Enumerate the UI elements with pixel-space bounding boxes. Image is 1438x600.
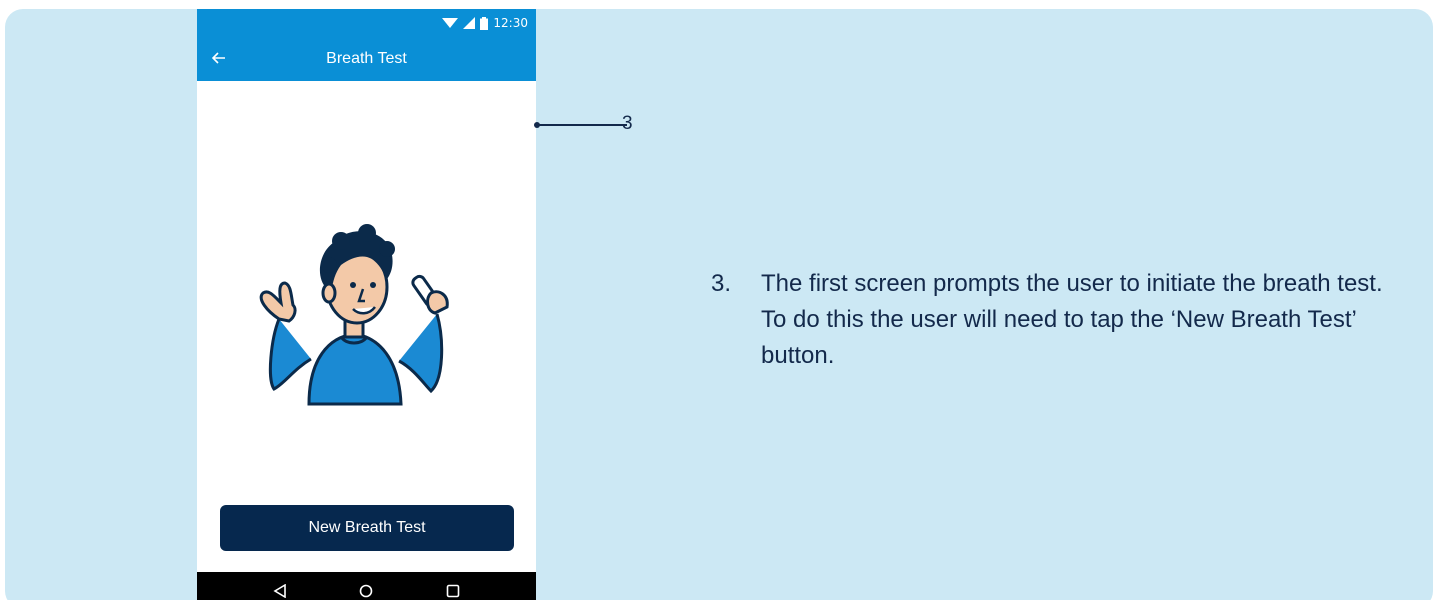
wifi-icon — [442, 17, 459, 29]
phone-screen: 12:30 Breath Test New Breath Test — [197, 9, 536, 600]
recents-square-icon[interactable] — [438, 576, 468, 600]
android-nav-bar — [197, 572, 536, 600]
instruction-number: 3. — [711, 270, 732, 297]
back-triangle-icon[interactable] — [265, 576, 295, 600]
back-button[interactable] — [207, 47, 231, 71]
page-title: Breath Test — [326, 50, 407, 67]
new-breath-test-button[interactable]: New Breath Test — [220, 505, 514, 551]
arrow-left-icon — [211, 50, 226, 69]
instruction-step: 3. The first screen prompts the user to … — [711, 266, 1391, 374]
app-bar: Breath Test — [197, 37, 536, 81]
callout-line — [534, 122, 627, 128]
status-bar: 12:30 — [197, 9, 536, 37]
status-time: 12:30 — [493, 16, 528, 30]
home-circle-icon[interactable] — [351, 576, 381, 600]
callout-number: 3 — [622, 113, 633, 134]
battery-icon — [480, 16, 489, 30]
instruction-text: The first screen prompts the user to ini… — [761, 270, 1383, 369]
background-panel: 12:30 Breath Test New Breath Test 3 3. T… — [5, 9, 1433, 600]
signal-icon — [463, 17, 476, 29]
person-illustration — [249, 219, 459, 409]
